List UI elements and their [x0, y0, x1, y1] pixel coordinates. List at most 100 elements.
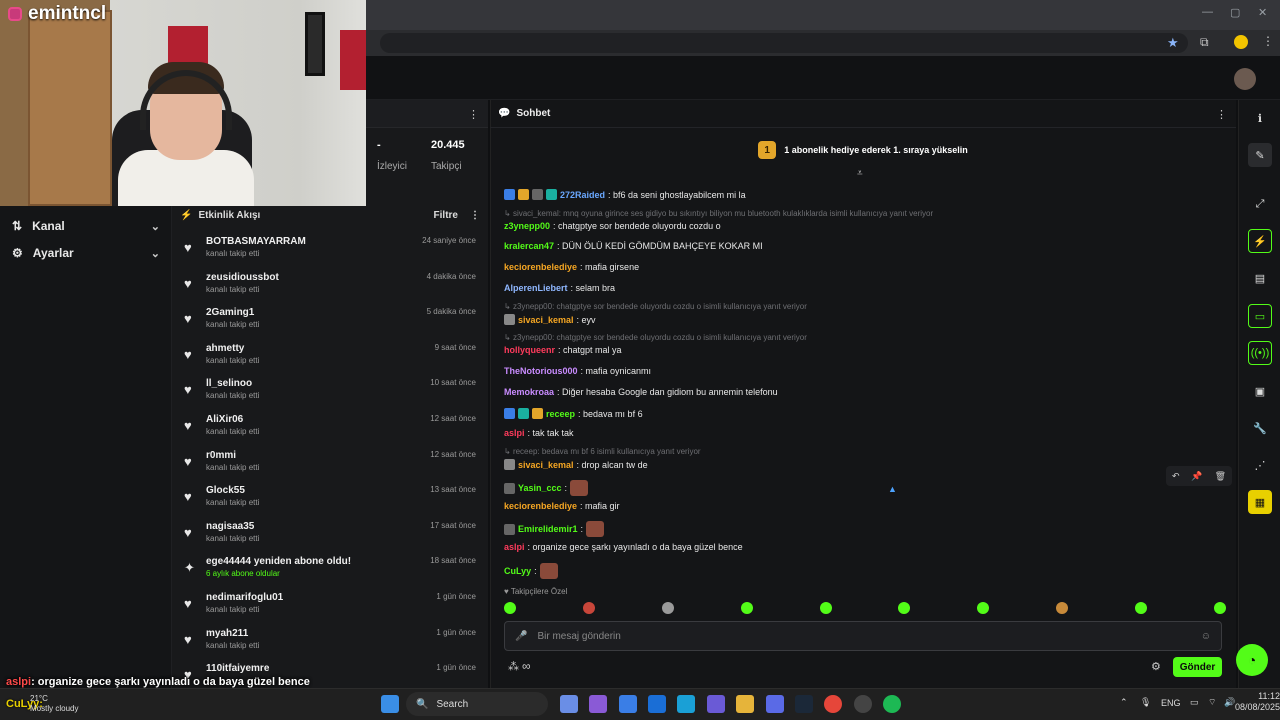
delete-icon[interactable]: 🗑 [1215, 471, 1226, 482]
chat-username[interactable]: kralercan47 [504, 241, 554, 251]
support-chat-icon[interactable]: ◔ [1236, 644, 1268, 676]
chat-message[interactable]: CuLyy: [504, 563, 558, 579]
chat-input-placeholder[interactable]: Bir mesaj gönderin [537, 631, 1190, 642]
chat-username[interactable]: Emirelidemir1 [518, 524, 578, 534]
document-icon[interactable]: ▤ [1248, 266, 1272, 290]
info-icon[interactable]: ℹ [1248, 106, 1272, 130]
chat-message[interactable]: hollyqueenr: chatgpt mal ya [504, 345, 622, 355]
chat-username[interactable]: keciorenbelediye [504, 501, 577, 511]
emote-icon[interactable] [740, 602, 753, 614]
feed-item[interactable]: ♥ BOTBASMAYARRAM kanalı takip etti 24 saniy… [180, 236, 480, 270]
chat-message[interactable]: Yasin_ccc: [504, 480, 589, 496]
broadcast-icon[interactable]: ((•)) [1248, 341, 1272, 365]
feed-item[interactable]: ♥ ll_selinoo kanalı takip etti 10 saat önce [180, 378, 480, 412]
extensions-icon[interactable]: ⧉ [1200, 35, 1209, 50]
chat-message[interactable]: kralercan47: DÜN ÖLÜ KEDİ GÖMDÜM BAHÇEYE… [504, 241, 763, 251]
feed-item[interactable]: ♥ nagisaa35 kanalı takip etti 17 saat önce [180, 521, 480, 555]
microphone-icon[interactable]: 🎤 [515, 631, 527, 642]
widgets-icon[interactable] [589, 695, 607, 713]
emote-icon[interactable] [582, 602, 595, 614]
weather-widget[interactable]: 21°C Mostly cloudy [30, 694, 78, 714]
menu-icon[interactable]: ⋮ [1262, 34, 1274, 48]
chat-username[interactable]: CuLyy [504, 566, 531, 576]
emoji-icon[interactable]: ☺ [1201, 631, 1211, 642]
outlook-icon[interactable] [648, 695, 666, 713]
chat-message[interactable]: sivaci_kemal: eyv [504, 314, 596, 325]
feed-item[interactable]: ♥ Glock55 kanalı takip etti 13 saat önce [180, 485, 480, 519]
windows-start-icon[interactable] [381, 695, 399, 713]
spotify-icon[interactable] [883, 695, 901, 713]
reply-icon[interactable]: ↶ [1172, 471, 1180, 482]
edit-icon[interactable]: ✎ [1248, 143, 1272, 167]
more-icon[interactable]: ⋮ [468, 108, 479, 121]
chat-username[interactable]: TheNotorious000 [504, 366, 578, 376]
feed-item[interactable]: ♥ nedimarifoglu01 kanalı takip etti 1 gün ö… [180, 592, 480, 626]
minimize-icon[interactable]: — [1202, 6, 1213, 18]
feed-item[interactable]: ♥ zeusidioussbot kanalı takip etti 4 dakika… [180, 272, 480, 306]
more-icon[interactable]: ⋮ [1216, 108, 1227, 121]
infinity-icon[interactable]: ∞ [522, 659, 531, 673]
chat-username[interactable]: Memokroaa [504, 387, 554, 397]
chat-message[interactable]: TheNotorious000: mafia oynicanmı [504, 366, 651, 376]
emote-icon[interactable] [1056, 602, 1069, 614]
community-icon[interactable]: ⁂ [508, 660, 519, 673]
feed-item[interactable]: ♥ AliXir06 kanalı takip etti 12 saat önce [180, 414, 480, 448]
edge-icon[interactable] [677, 695, 695, 713]
emote-icon[interactable] [1135, 602, 1147, 614]
file-explorer-icon[interactable] [736, 695, 754, 713]
chat-message[interactable]: z3ynepp00: chatgptye sor bendede oluyord… [504, 221, 721, 231]
teams-icon[interactable] [707, 695, 725, 713]
collapse-icon[interactable]: ⩡ [857, 168, 863, 179]
lightning-icon[interactable]: ⚡ [1248, 229, 1272, 253]
chat-message[interactable]: 272Raided: bf6 da seni ghostlayabilcem m… [504, 189, 746, 200]
chat-message[interactable]: Emirelidemir1: [504, 521, 605, 537]
copilot-icon[interactable] [560, 695, 578, 713]
sidebar-item-ayarlar[interactable]: ⚙ Ayarlar ⌄ [12, 246, 160, 260]
discord-icon[interactable] [766, 695, 784, 713]
emote-icon[interactable] [504, 602, 516, 614]
emote-icon[interactable] [977, 602, 990, 614]
chat-message[interactable]: receep: bedava mı bf 6 [504, 408, 643, 419]
more-icon[interactable]: ⋮ [470, 210, 480, 221]
emote-icon[interactable] [661, 602, 674, 614]
emote-icon[interactable] [1213, 602, 1226, 614]
chat-username[interactable]: aslpi [504, 542, 525, 552]
emote-icon[interactable] [898, 602, 911, 614]
maximize-icon[interactable]: ▢ [1230, 6, 1240, 19]
chrome-icon[interactable] [824, 695, 842, 713]
store-icon[interactable] [619, 695, 637, 713]
clock-time[interactable]: 11:12 [1236, 691, 1280, 701]
microphone-icon[interactable]: 🎙 [1140, 697, 1151, 708]
feed-item[interactable]: ♥ r0mmi kanalı takip etti 12 saat önce [180, 450, 480, 484]
chat-icon[interactable]: ▭ [1248, 304, 1272, 328]
user-avatar[interactable] [1234, 68, 1256, 90]
clapper-icon[interactable]: ▦ [1248, 490, 1272, 514]
chat-message[interactable]: AlperenLiebert: selam bra [504, 283, 615, 293]
feed-item[interactable]: ✦ ege44444 yeniden abone oldu! 6 aylık abo… [180, 556, 480, 590]
chat-message[interactable]: aslpi: organize gece şarkı yayınladı o d… [504, 542, 743, 552]
feed-item[interactable]: ♥ 2Gaming1 kanalı takip etti 5 dakika önce [180, 307, 480, 341]
emote-icon[interactable] [819, 602, 832, 614]
star-icon[interactable]: ★ [1167, 35, 1179, 51]
chat-message[interactable]: keciorenbelediye: mafia girsene [504, 262, 639, 272]
pinned-gift-banner[interactable]: 1 1 abonelik hediye ederek 1. sıraya yük… [500, 133, 1226, 167]
address-field[interactable] [380, 33, 1188, 53]
filter-button[interactable]: Filtre [434, 210, 458, 221]
chat-username[interactable]: hollyqueenr [504, 345, 555, 355]
taskbar-search[interactable]: 🔍 Search [406, 692, 548, 716]
sidebar-item-kanal[interactable]: ⇅ Kanal ⌄ [12, 219, 160, 233]
send-button[interactable]: Gönder [1173, 657, 1222, 677]
layout-icon[interactable]: ▣ [1248, 379, 1272, 403]
share-icon[interactable]: ⋰ [1248, 453, 1272, 477]
chat-message[interactable]: Memokroaa: Diğer hesaba Google dan gidio… [504, 387, 778, 397]
pin-icon[interactable]: 📌 [1191, 471, 1202, 482]
steam-icon[interactable] [795, 695, 813, 713]
chat-message[interactable]: keciorenbelediye: mafia gir [504, 501, 620, 511]
chat-username[interactable]: 272Raided [560, 190, 605, 200]
chat-username[interactable]: z3ynepp00 [504, 221, 550, 231]
settings-icon[interactable]: ⚙ [1151, 660, 1161, 673]
chat-message[interactable]: sivaci_kemal: drop alcan tw de [504, 459, 648, 470]
clock-date[interactable]: 08/08/2025 [1228, 702, 1280, 712]
language-indicator[interactable]: ENG [1161, 698, 1181, 708]
wrench-icon[interactable]: 🔧 [1248, 416, 1272, 440]
